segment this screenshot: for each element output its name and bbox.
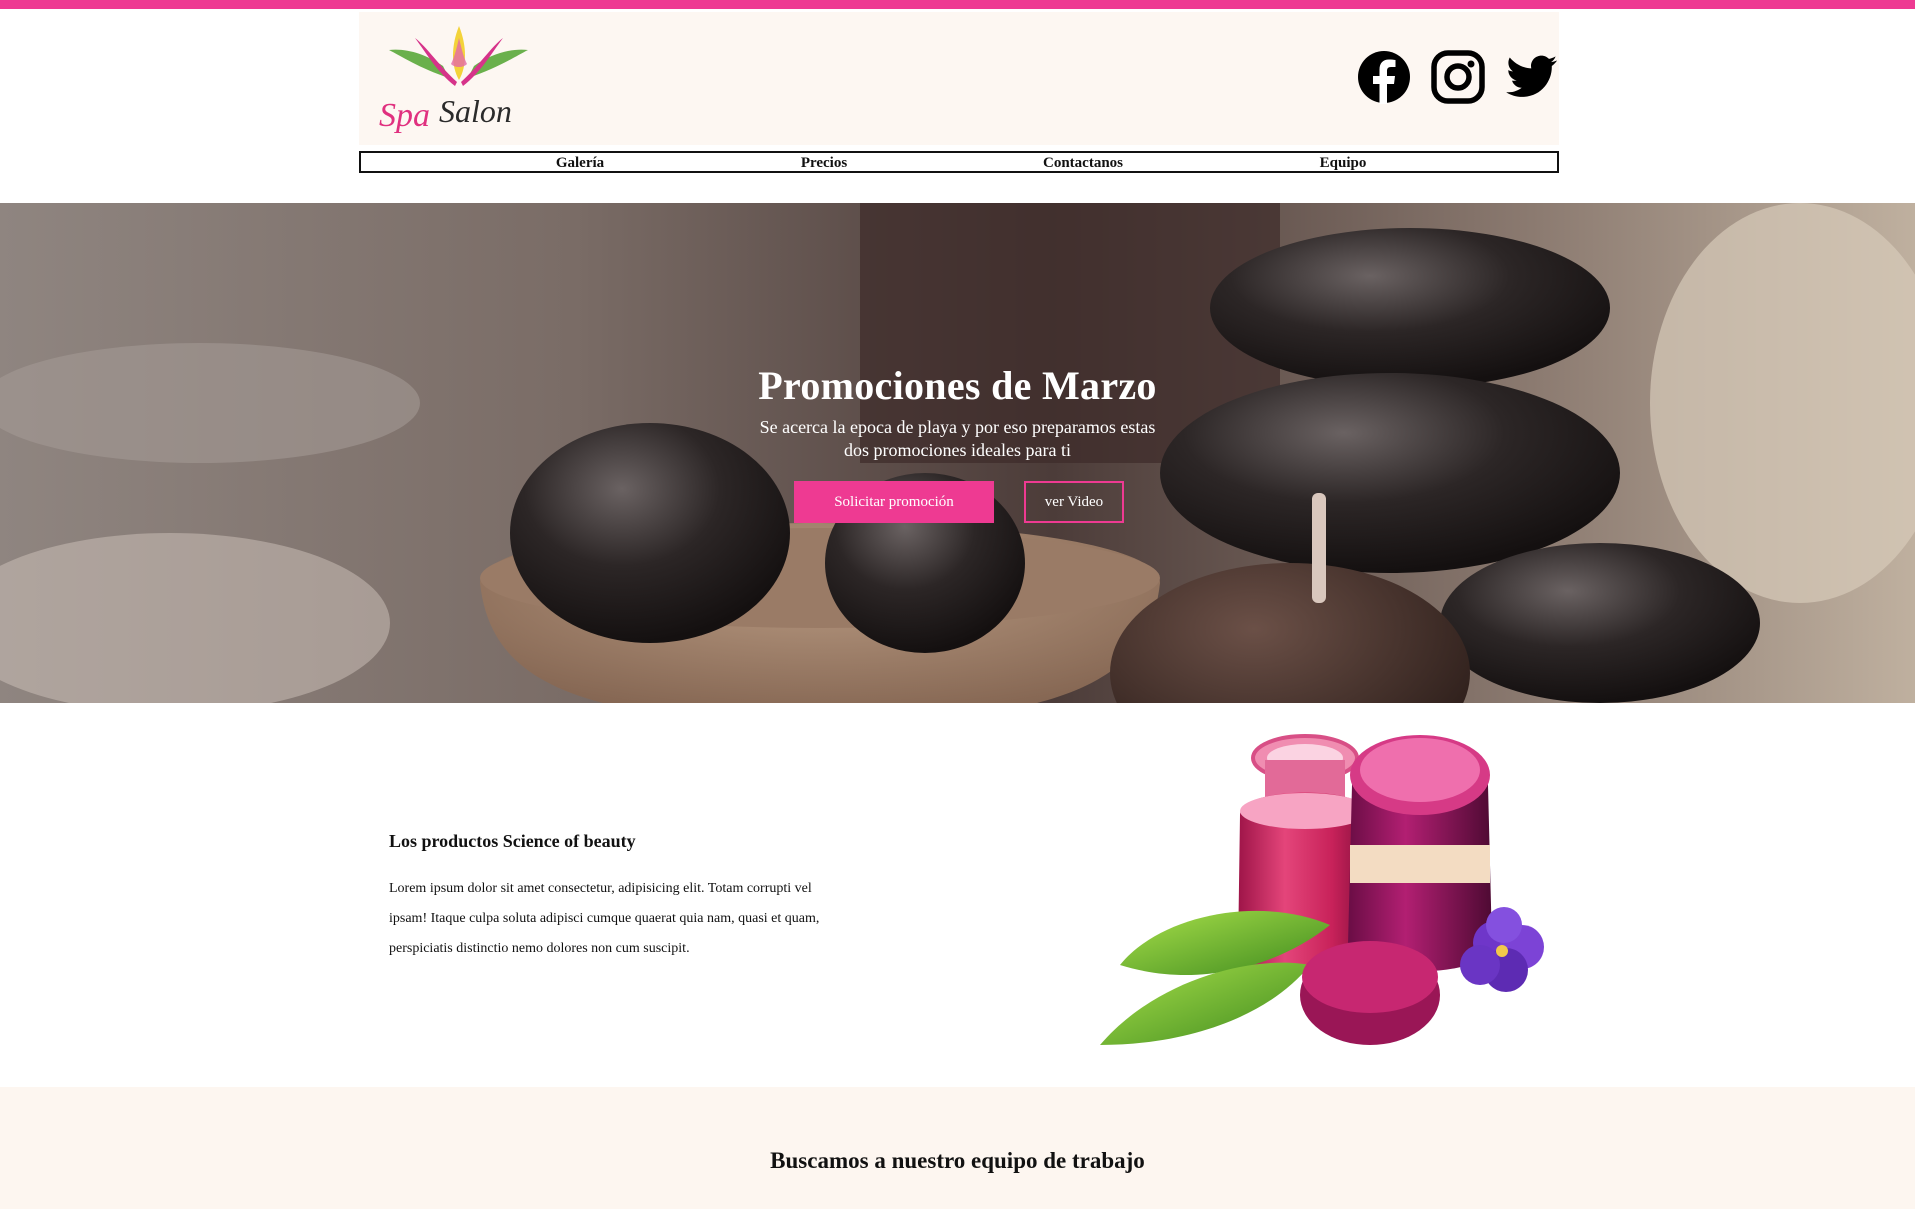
nav-item-equipo[interactable]: Equipo — [1320, 155, 1367, 171]
team-heading: Buscamos a nuestro equipo de trabajo — [770, 1148, 1145, 1173]
hero-banner: Promociones de Marzo Se acerca la epoca … — [0, 203, 1915, 703]
products-heading: Los productos Science of beauty — [389, 831, 636, 851]
main-nav: Galería Precios Contactanos Equipo — [359, 151, 1559, 173]
logo-lotus-icon: Spa Salon — [379, 26, 528, 134]
team-section: Buscamos a nuestro equipo de trabajo — [0, 1087, 1915, 1209]
twitter-icon[interactable] — [1505, 50, 1559, 104]
spa-salon-logo[interactable]: Spa Salon — [371, 16, 546, 141]
hero-title: Promociones de Marzo — [758, 363, 1157, 408]
watch-video-button[interactable]: ver Video — [1024, 481, 1124, 523]
products-description: Lorem ipsum dolor sit amet consectetur, … — [389, 881, 820, 956]
logo-word-spa: Spa — [379, 97, 430, 134]
nav-item-contactanos[interactable]: Contactanos — [1043, 155, 1123, 171]
social-links — [1357, 50, 1559, 104]
hero-content: Promociones de Marzo Se acerca la epoca … — [0, 203, 1915, 703]
logo-word-salon: Salon — [439, 93, 512, 129]
nav-item-precios[interactable]: Precios — [801, 155, 847, 171]
cosmetics-product-image — [1060, 715, 1560, 1085]
top-accent-bar — [0, 0, 1915, 9]
site-header: Spa Salon — [359, 12, 1559, 145]
nav-item-galeria[interactable]: Galería — [556, 155, 604, 171]
products-section: Los productos Science of beauty Lorem ip… — [0, 703, 1915, 1087]
hero-subtitle: Se acerca la epoca de playa y por eso pr… — [759, 417, 1156, 460]
request-promotion-button[interactable]: Solicitar promoción — [794, 481, 994, 523]
instagram-icon[interactable] — [1431, 50, 1485, 104]
facebook-icon[interactable] — [1357, 50, 1411, 104]
